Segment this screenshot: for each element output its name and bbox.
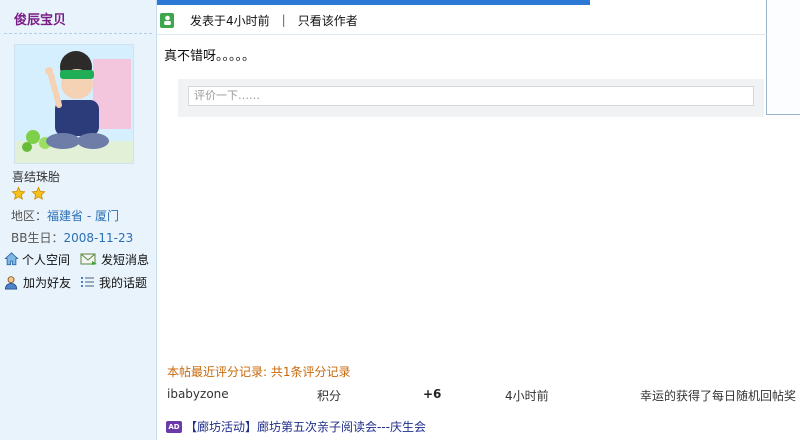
my-topics-link[interactable]: 我的话题 xyxy=(80,273,147,291)
post-content: 真不错呀。。。。。 xyxy=(164,49,256,64)
post-meta-bar: 发表于4小时前 | 只看该作者 xyxy=(160,8,358,32)
user-region: 地区：福建省 - 厦门 xyxy=(11,207,119,224)
send-message-link[interactable]: 发短消息 xyxy=(80,250,149,268)
add-friend-link[interactable]: 加为好友 xyxy=(4,273,71,291)
star-icon xyxy=(11,186,26,200)
birthday-label: BB生日： xyxy=(11,231,64,245)
birthday-value: 2008-11-23 xyxy=(63,231,134,245)
add-friend-label: 加为好友 xyxy=(23,275,72,290)
ad-text: 【廊坊活动】廊坊第五次亲子阅读会---庆生会 xyxy=(185,420,426,434)
region-label: 地区： xyxy=(11,209,48,223)
user-sidebar: 俊辰宝贝 喜结珠胎 地区：福建省 - 厦门 BB生日：2008-11-23 个人… xyxy=(0,0,157,440)
list-icon xyxy=(81,277,94,287)
rating-type: 积分 xyxy=(317,389,342,403)
rating-records-title: 本帖最近评分记录: 共1条评分记录 xyxy=(167,365,351,379)
divider xyxy=(4,33,152,34)
star-icon xyxy=(31,186,46,200)
username-link[interactable]: 俊辰宝贝 xyxy=(14,9,66,28)
add-friend-icon xyxy=(4,275,18,290)
home-icon xyxy=(4,252,19,266)
post-time: 发表于4小时前 xyxy=(190,13,270,28)
ad-banner-link[interactable]: AD 【廊坊活动】廊坊第五次亲子阅读会---庆生会 xyxy=(166,418,426,435)
rank-stars xyxy=(11,186,47,202)
envelope-icon xyxy=(80,253,97,265)
post-divider xyxy=(157,34,767,35)
author-badge-icon xyxy=(160,12,174,28)
meta-separator: | xyxy=(281,13,286,27)
rating-reason: 幸运的获得了每日随机回帖奖 xyxy=(640,389,797,403)
ad-icon: AD xyxy=(166,420,182,433)
avatar[interactable] xyxy=(14,44,134,164)
personal-space-link[interactable]: 个人空间 xyxy=(4,250,70,268)
personal-space-label: 个人空间 xyxy=(22,252,71,267)
region-city-link[interactable]: - 厦门 xyxy=(83,209,119,223)
rating-value: +6 xyxy=(423,387,442,401)
only-author-link[interactable]: 只看该作者 xyxy=(298,12,358,29)
send-message-label: 发短消息 xyxy=(101,252,150,267)
rating-time: 4小时前 xyxy=(505,389,549,403)
right-side-panel xyxy=(766,0,800,115)
top-accent-bar xyxy=(157,0,590,5)
user-rank-title: 喜结珠胎 xyxy=(12,170,61,184)
rating-user-link[interactable]: ibabyzone xyxy=(167,387,229,401)
comment-input[interactable]: 评价一下…… xyxy=(188,86,754,106)
my-topics-label: 我的话题 xyxy=(99,275,148,290)
region-province-link[interactable]: 福建省 xyxy=(47,209,83,223)
user-birthday: BB生日：2008-11-23 xyxy=(11,229,133,246)
